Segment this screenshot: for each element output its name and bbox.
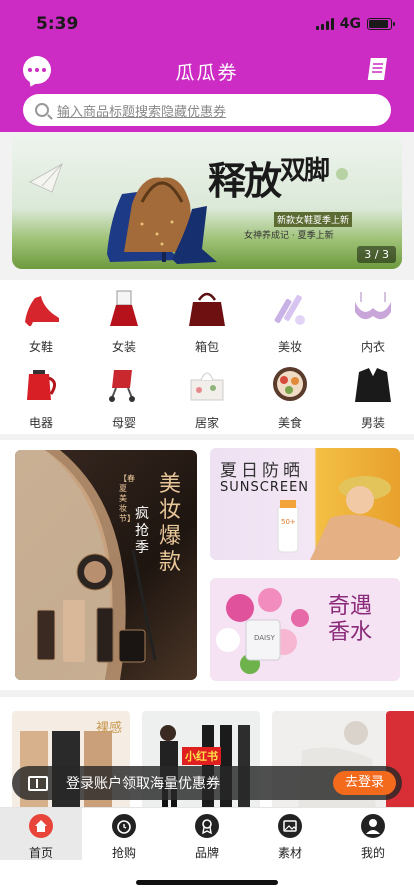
ticket-icon bbox=[28, 775, 48, 791]
promo-perfume-title: 奇遇香水 bbox=[328, 594, 373, 645]
category-label: 美妆 bbox=[277, 340, 302, 354]
banner-title-b: 双脚 bbox=[280, 156, 330, 186]
category-women-shoes[interactable]: 女鞋 bbox=[0, 288, 82, 355]
home-indicator bbox=[136, 880, 278, 885]
promo-perfume[interactable]: DAISY 奇遇香水 bbox=[210, 578, 400, 681]
category-label: 箱包 bbox=[194, 340, 219, 354]
tab-label: 抢购 bbox=[111, 846, 136, 860]
stroller-icon bbox=[109, 370, 135, 402]
promo-perfume-sub: DAISY bbox=[254, 634, 275, 642]
login-prompt-bar[interactable]: 登录账户领取海量优惠券 去登录 bbox=[12, 766, 402, 800]
home-icon bbox=[29, 814, 53, 838]
tissue-box-icon bbox=[190, 372, 224, 401]
battery-icon bbox=[367, 18, 395, 30]
food-plate-icon bbox=[273, 367, 307, 401]
category-women-clothing[interactable]: 女装 bbox=[83, 288, 165, 355]
tab-label: 我的 bbox=[360, 846, 385, 860]
tab-label: 品牌 bbox=[194, 846, 219, 860]
status-indicators: 4G bbox=[315, 16, 395, 32]
tab-profile[interactable]: 我的 bbox=[332, 808, 414, 860]
login-prompt-text: 登录账户领取海量优惠券 bbox=[66, 776, 220, 792]
suit-icon bbox=[355, 368, 391, 402]
tab-material[interactable]: 素材 bbox=[249, 808, 331, 860]
promo-sunscreen-badge: 50+ bbox=[281, 518, 296, 526]
banner-pager: 3 / 3 bbox=[357, 246, 396, 263]
brand-badge-icon bbox=[195, 814, 219, 838]
tab-brand[interactable]: 品牌 bbox=[166, 808, 248, 860]
promo-sunscreen-sub: SUNSCREEN bbox=[220, 480, 310, 495]
signal-icon bbox=[315, 18, 334, 30]
app-header: 瓜瓜券 输入商品标题搜索隐藏优惠券 bbox=[0, 46, 414, 132]
category-label: 女鞋 bbox=[28, 340, 53, 354]
promo-sunscreen[interactable]: 夏日防晒 SUNSCREEN 50+ bbox=[210, 448, 400, 560]
banner-illustration bbox=[29, 163, 348, 264]
category-men-clothing[interactable]: 男装 bbox=[332, 364, 414, 431]
tab-label: 首页 bbox=[28, 846, 53, 860]
feed-card-text: 裸感 bbox=[95, 721, 122, 736]
bra-icon bbox=[355, 292, 391, 320]
promo-makeup-title: 美妆爆款 bbox=[159, 472, 182, 575]
category-label: 美食 bbox=[277, 416, 302, 430]
promo-makeup[interactable]: 美妆爆款 疯抢季 【春夏美妆节】 bbox=[15, 450, 197, 680]
tab-flash-sale[interactable]: 抢购 bbox=[83, 808, 165, 860]
search-input[interactable]: 输入商品标题搜索隐藏优惠券 bbox=[23, 94, 391, 126]
promo-sunscreen-title: 夏日防晒 bbox=[220, 461, 304, 481]
category-label: 男装 bbox=[360, 416, 385, 430]
cosmetics-icon bbox=[274, 295, 305, 325]
banner-subtitle: 新款女鞋夏季上新 bbox=[274, 212, 353, 227]
category-baby[interactable]: 母婴 bbox=[83, 364, 165, 431]
search-placeholder: 输入商品标题搜索隐藏优惠券 bbox=[57, 104, 227, 120]
tab-home[interactable]: 首页 bbox=[0, 808, 82, 860]
category-label: 母婴 bbox=[111, 416, 136, 430]
tab-label: 素材 bbox=[277, 846, 302, 860]
promo-panel: 美妆爆款 疯抢季 【春夏美妆节】 夏日防晒 SUNSCREEN 50+ DAIS… bbox=[0, 440, 414, 690]
kettle-icon bbox=[27, 370, 56, 400]
network-type: 4G bbox=[339, 16, 361, 32]
status-time: 5:39 bbox=[36, 14, 79, 34]
banner-title-a: 释放 bbox=[208, 158, 282, 203]
high-heel-icon bbox=[25, 296, 59, 326]
page-title: 瓜瓜券 bbox=[175, 62, 239, 84]
status-bar: 5:39 4G bbox=[0, 0, 414, 46]
category-grid: 女鞋 女装 箱包 美妆 内衣 电器 母婴 居家 美食 男装 bbox=[0, 280, 414, 434]
category-underwear[interactable]: 内衣 bbox=[332, 288, 414, 355]
category-cosmetics[interactable]: 美妆 bbox=[249, 288, 331, 355]
promo-makeup-tag: 【春夏美妆节】 bbox=[119, 474, 135, 523]
category-label: 电器 bbox=[28, 416, 53, 430]
category-appliances[interactable]: 电器 bbox=[0, 364, 82, 431]
category-food[interactable]: 美食 bbox=[249, 364, 331, 431]
alarm-clock-icon bbox=[112, 814, 136, 838]
category-label: 内衣 bbox=[360, 340, 385, 354]
login-button[interactable]: 去登录 bbox=[332, 771, 396, 795]
user-icon bbox=[361, 814, 385, 838]
category-bags[interactable]: 箱包 bbox=[166, 288, 248, 355]
feed-card-badge: 小红书 bbox=[182, 747, 221, 765]
promo-makeup-sub: 疯抢季 bbox=[135, 506, 149, 556]
category-label: 女装 bbox=[111, 340, 136, 354]
promo-banner[interactable]: 释放双脚 新款女鞋夏季上新 女神养成记 · 夏季上新 3 / 3 bbox=[12, 134, 402, 269]
banner-tagline: 女神养成记 · 夏季上新 bbox=[244, 231, 334, 241]
book-icon[interactable] bbox=[362, 54, 392, 84]
handbag-icon bbox=[189, 292, 225, 326]
dress-icon bbox=[110, 290, 138, 326]
category-home[interactable]: 居家 bbox=[166, 364, 248, 431]
image-add-icon bbox=[278, 814, 302, 838]
category-label: 居家 bbox=[194, 416, 219, 430]
search-icon bbox=[35, 103, 49, 117]
banner-title: 释放双脚 bbox=[208, 150, 330, 205]
